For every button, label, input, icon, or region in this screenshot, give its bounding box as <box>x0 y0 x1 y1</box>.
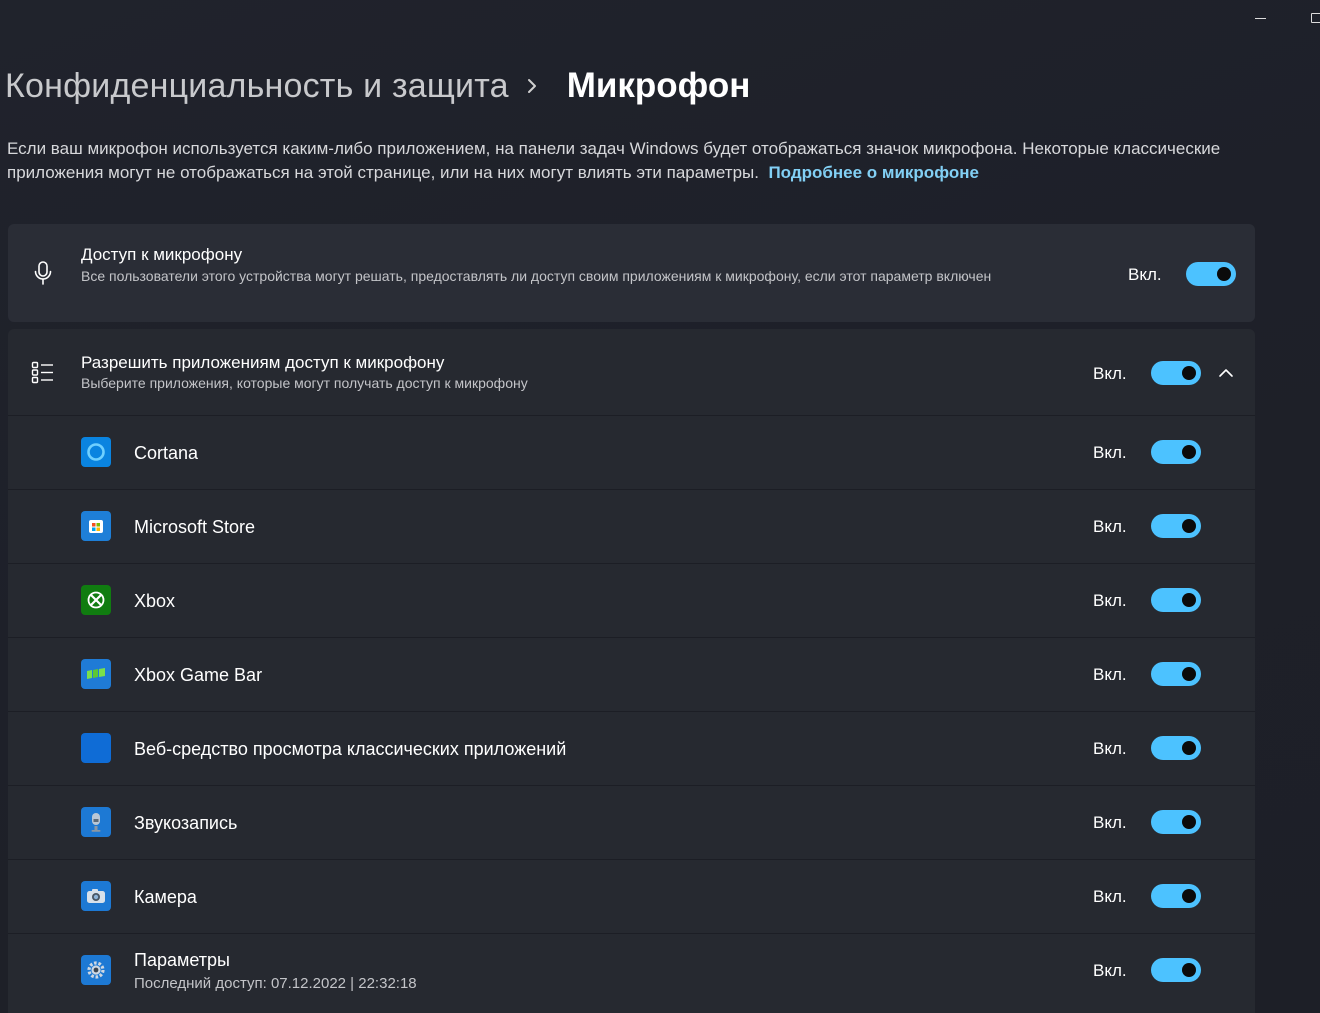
app-row-settings: Параметры Последний доступ: 07.12.2022 |… <box>8 933 1255 1008</box>
app-state-label: Вкл. <box>1093 517 1127 536</box>
xbox-icon <box>81 585 111 615</box>
microphone-icon <box>28 258 58 288</box>
voice-recorder-icon <box>81 807 111 837</box>
app-name: Xbox Game Bar <box>134 665 263 685</box>
apps-access-toggle[interactable] <box>1151 361 1201 385</box>
app-name: Cortana <box>134 443 199 463</box>
microphone-access-title: Доступ к микрофону <box>81 245 243 264</box>
microphone-access-subtitle: Все пользователи этого устройства могут … <box>81 268 992 284</box>
web-viewer-icon <box>81 733 111 763</box>
toggle-knob <box>1182 889 1196 903</box>
app-name: Xbox <box>134 591 176 611</box>
app-row-web-viewer: Веб-средство просмотра классических прил… <box>8 711 1255 785</box>
app-state-label: Вкл. <box>1093 813 1127 832</box>
app-state-label: Вкл. <box>1093 665 1127 684</box>
toggle-knob <box>1182 519 1196 533</box>
microsoft-store-icon <box>81 511 111 541</box>
app-toggle-web-viewer[interactable] <box>1151 736 1201 760</box>
app-row-camera: Камера Вкл. <box>8 859 1255 933</box>
page-description: Если ваш микрофон используется каким-либ… <box>7 137 1267 185</box>
toggle-knob <box>1182 593 1196 607</box>
app-last-access: Последний доступ: 07.12.2022 | 22:32:18 <box>134 975 417 992</box>
maximize-icon <box>1311 13 1320 23</box>
app-toggle-camera[interactable] <box>1151 884 1201 908</box>
toggle-knob <box>1182 667 1196 681</box>
app-name: Параметры <box>134 950 230 970</box>
toggle-knob <box>1182 445 1196 459</box>
list-icon <box>28 357 58 387</box>
toggle-knob <box>1182 963 1196 977</box>
app-state-label: Вкл. <box>1093 887 1127 906</box>
microphone-access-card[interactable]: Доступ к микрофону Все пользователи этог… <box>8 224 1255 322</box>
app-row-microsoft-store: Microsoft Store Вкл. <box>8 489 1255 563</box>
learn-more-link[interactable]: Подробнее о микрофоне <box>768 163 979 182</box>
maximize-button[interactable] <box>1296 4 1320 32</box>
app-name: Звукозапись <box>134 813 238 833</box>
settings-icon <box>81 955 111 985</box>
app-state-label: Вкл. <box>1093 739 1127 758</box>
toggle-knob <box>1217 267 1231 281</box>
microphone-access-toggle[interactable] <box>1186 262 1236 286</box>
toggle-knob <box>1182 815 1196 829</box>
app-toggle-xbox[interactable] <box>1151 588 1201 612</box>
apps-access-state-label: Вкл. <box>1093 364 1127 383</box>
chevron-up-icon[interactable] <box>1216 363 1236 383</box>
apps-access-card: Разрешить приложениям доступ к микрофону… <box>8 329 1255 1013</box>
app-toggle-voice-recorder[interactable] <box>1151 810 1201 834</box>
microphone-access-state-label: Вкл. <box>1128 265 1162 284</box>
app-name: Microsoft Store <box>134 517 256 537</box>
minimize-button[interactable] <box>1240 4 1280 32</box>
app-toggle-xbox-game-bar[interactable] <box>1151 662 1201 686</box>
toggle-knob <box>1182 741 1196 755</box>
cortana-icon <box>81 437 111 467</box>
app-row-xbox-game-bar: Xbox Game Bar Вкл. <box>8 637 1255 711</box>
app-toggle-microsoft-store[interactable] <box>1151 514 1201 538</box>
camera-icon <box>81 881 111 911</box>
app-row-voice-recorder: Звукозапись Вкл. <box>8 785 1255 859</box>
chevron-right-icon <box>525 77 555 95</box>
minimize-icon <box>1254 17 1266 19</box>
toggle-knob <box>1182 366 1196 380</box>
app-toggle-cortana[interactable] <box>1151 440 1201 464</box>
description-text: Если ваш микрофон используется каким-либ… <box>7 139 1221 182</box>
apps-access-header[interactable]: Разрешить приложениям доступ к микрофону… <box>8 329 1255 415</box>
xbox-game-bar-icon <box>81 659 111 689</box>
app-state-label: Вкл. <box>1093 961 1127 980</box>
settings-window: Конфиденциальность и защита Микрофон Есл… <box>0 0 1320 1013</box>
breadcrumb-parent-link[interactable]: Конфиденциальность и защита <box>5 67 509 106</box>
app-row-cortana: Cortana Вкл. <box>8 415 1255 489</box>
app-row-xbox: Xbox Вкл. <box>8 563 1255 637</box>
app-state-label: Вкл. <box>1093 591 1127 610</box>
app-state-label: Вкл. <box>1093 443 1127 462</box>
app-name: Веб-средство просмотра классических прил… <box>134 739 567 759</box>
apps-access-title: Разрешить приложениям доступ к микрофону <box>81 353 445 372</box>
app-name: Камера <box>134 887 197 907</box>
apps-access-subtitle: Выберите приложения, которые могут получ… <box>81 375 528 391</box>
page-title: Микрофон <box>566 66 751 105</box>
breadcrumb: Конфиденциальность и защита Микрофон <box>5 66 750 106</box>
app-toggle-settings[interactable] <box>1151 958 1201 982</box>
